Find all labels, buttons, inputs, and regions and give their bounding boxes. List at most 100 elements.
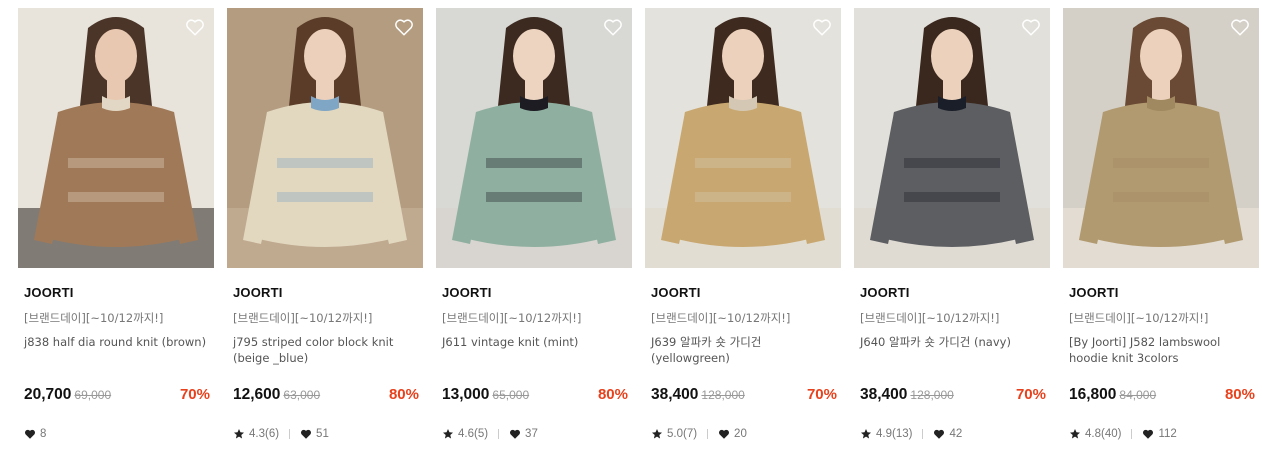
discount-rate: 80% (597, 386, 628, 403)
like-count: 112 (1158, 428, 1177, 440)
product-card[interactable]: JOORTI [브랜드데이][~10/12까지!] J639 알파카 숏 가디건 (… (645, 8, 841, 458)
sale-price: 20,700 (24, 386, 72, 403)
divider (707, 429, 709, 439)
product-image[interactable] (1063, 8, 1259, 268)
heart-filled-icon (718, 428, 730, 440)
product-name[interactable]: j838 half dia round knit (brown) (24, 334, 210, 350)
wishlist-heart-icon[interactable] (811, 16, 833, 38)
product-image[interactable] (854, 8, 1050, 268)
model-photo (1063, 8, 1259, 268)
model-photo (645, 8, 841, 268)
brand-name[interactable]: JOORTI (233, 285, 283, 300)
original-price: 84,000 (1119, 388, 1157, 402)
brand-name[interactable]: JOORTI (24, 285, 74, 300)
wishlist-heart-icon[interactable] (184, 16, 206, 38)
sale-price: 38,400 (651, 386, 699, 403)
discount-rate: 80% (1224, 386, 1255, 403)
product-card[interactable]: JOORTI [브랜드데이][~10/12까지!] [By Joorti] J582… (1063, 8, 1259, 458)
like-count: 20 (734, 428, 747, 440)
original-price: 69,000 (74, 388, 112, 402)
product-name[interactable]: [By Joorti] J582 lambswool hoodie knit 3… (1069, 334, 1255, 366)
wishlist-heart-icon[interactable] (393, 16, 415, 38)
star-icon (1069, 428, 1081, 440)
review-meta: 4.9(13) 42 (860, 428, 962, 440)
heart-filled-icon (300, 428, 312, 440)
rating-text: 4.6(5) (458, 428, 489, 440)
product-name[interactable]: j795 striped color block knit (beige _bl… (233, 334, 419, 366)
price-row: 12,600 63,000 80% (233, 386, 419, 406)
wishlist-heart-icon[interactable] (602, 16, 624, 38)
promo-tag: [브랜드데이][~10/12까지!] (442, 311, 582, 325)
rating-text: 4.8(40) (1085, 428, 1122, 440)
original-price: 128,000 (910, 388, 954, 402)
like-count: 42 (949, 428, 963, 440)
divider (1131, 429, 1133, 439)
review-meta: 8 (24, 428, 46, 440)
discount-rate: 80% (388, 386, 419, 403)
like-count: 8 (40, 428, 47, 440)
review-meta: 4.8(40) 112 (1069, 428, 1177, 440)
like-count: 37 (525, 428, 538, 440)
discount-rate: 70% (806, 386, 837, 403)
original-price: 65,000 (492, 388, 530, 402)
rating-text: 5.0(7) (667, 428, 698, 440)
product-card[interactable]: JOORTI [브랜드데이][~10/12까지!] j795 striped col… (227, 8, 423, 458)
product-card[interactable]: JOORTI [브랜드데이][~10/12까지!] j838 half dia ro… (18, 8, 214, 458)
like-count: 51 (316, 428, 329, 440)
product-card[interactable]: JOORTI [브랜드데이][~10/12까지!] J611 vintage kni… (436, 8, 632, 458)
promo-tag: [브랜드데이][~10/12까지!] (1069, 311, 1209, 325)
star-icon (860, 428, 872, 440)
product-card[interactable]: JOORTI [브랜드데이][~10/12까지!] J640 알파카 숏 가디건 (… (854, 8, 1050, 458)
rating-text: 4.3(6) (249, 428, 280, 440)
promo-tag: [브랜드데이][~10/12까지!] (651, 311, 791, 325)
promo-tag: [브랜드데이][~10/12까지!] (233, 311, 373, 325)
product-image[interactable] (645, 8, 841, 268)
product-image[interactable] (227, 8, 423, 268)
original-price: 128,000 (701, 388, 745, 402)
product-name[interactable]: J611 vintage knit (mint) (442, 334, 628, 350)
product-name[interactable]: J640 알파카 숏 가디건 (navy) (860, 334, 1046, 350)
model-photo (436, 8, 632, 268)
heart-filled-icon (1142, 428, 1154, 440)
price-row: 16,800 84,000 80% (1069, 386, 1255, 406)
star-icon (651, 428, 663, 440)
divider (498, 429, 500, 439)
divider (922, 429, 924, 439)
star-icon (233, 428, 245, 440)
price-row: 20,700 69,000 70% (24, 386, 210, 406)
price-row: 38,400 128,000 70% (860, 386, 1046, 406)
rating-text: 4.9(13) (876, 428, 913, 440)
product-image[interactable] (18, 8, 214, 268)
heart-filled-icon (24, 428, 36, 440)
product-name[interactable]: J639 알파카 숏 가디건 (yellowgreen) (651, 334, 837, 366)
brand-name[interactable]: JOORTI (1069, 285, 1119, 300)
promo-tag: [브랜드데이][~10/12까지!] (860, 311, 1000, 325)
sale-price: 13,000 (442, 386, 490, 403)
heart-filled-icon (509, 428, 521, 440)
sale-price: 12,600 (233, 386, 281, 403)
heart-filled-icon (933, 428, 945, 440)
model-photo (18, 8, 214, 268)
sale-price: 38,400 (860, 386, 908, 403)
brand-name[interactable]: JOORTI (442, 285, 492, 300)
discount-rate: 70% (1015, 386, 1046, 403)
product-grid: JOORTI [브랜드데이][~10/12까지!] j838 half dia ro… (0, 0, 1262, 471)
sale-price: 16,800 (1069, 386, 1117, 403)
wishlist-heart-icon[interactable] (1020, 16, 1042, 38)
review-meta: 5.0(7) 20 (651, 428, 747, 440)
price-row: 13,000 65,000 80% (442, 386, 628, 406)
discount-rate: 70% (179, 386, 210, 403)
wishlist-heart-icon[interactable] (1229, 16, 1251, 38)
original-price: 63,000 (283, 388, 321, 402)
divider (289, 429, 291, 439)
review-meta: 4.6(5) 37 (442, 428, 538, 440)
model-photo (227, 8, 423, 268)
model-photo (854, 8, 1050, 268)
star-icon (442, 428, 454, 440)
product-image[interactable] (436, 8, 632, 268)
review-meta: 4.3(6) 51 (233, 428, 329, 440)
brand-name[interactable]: JOORTI (860, 285, 910, 300)
brand-name[interactable]: JOORTI (651, 285, 701, 300)
promo-tag: [브랜드데이][~10/12까지!] (24, 311, 164, 325)
price-row: 38,400 128,000 70% (651, 386, 837, 406)
